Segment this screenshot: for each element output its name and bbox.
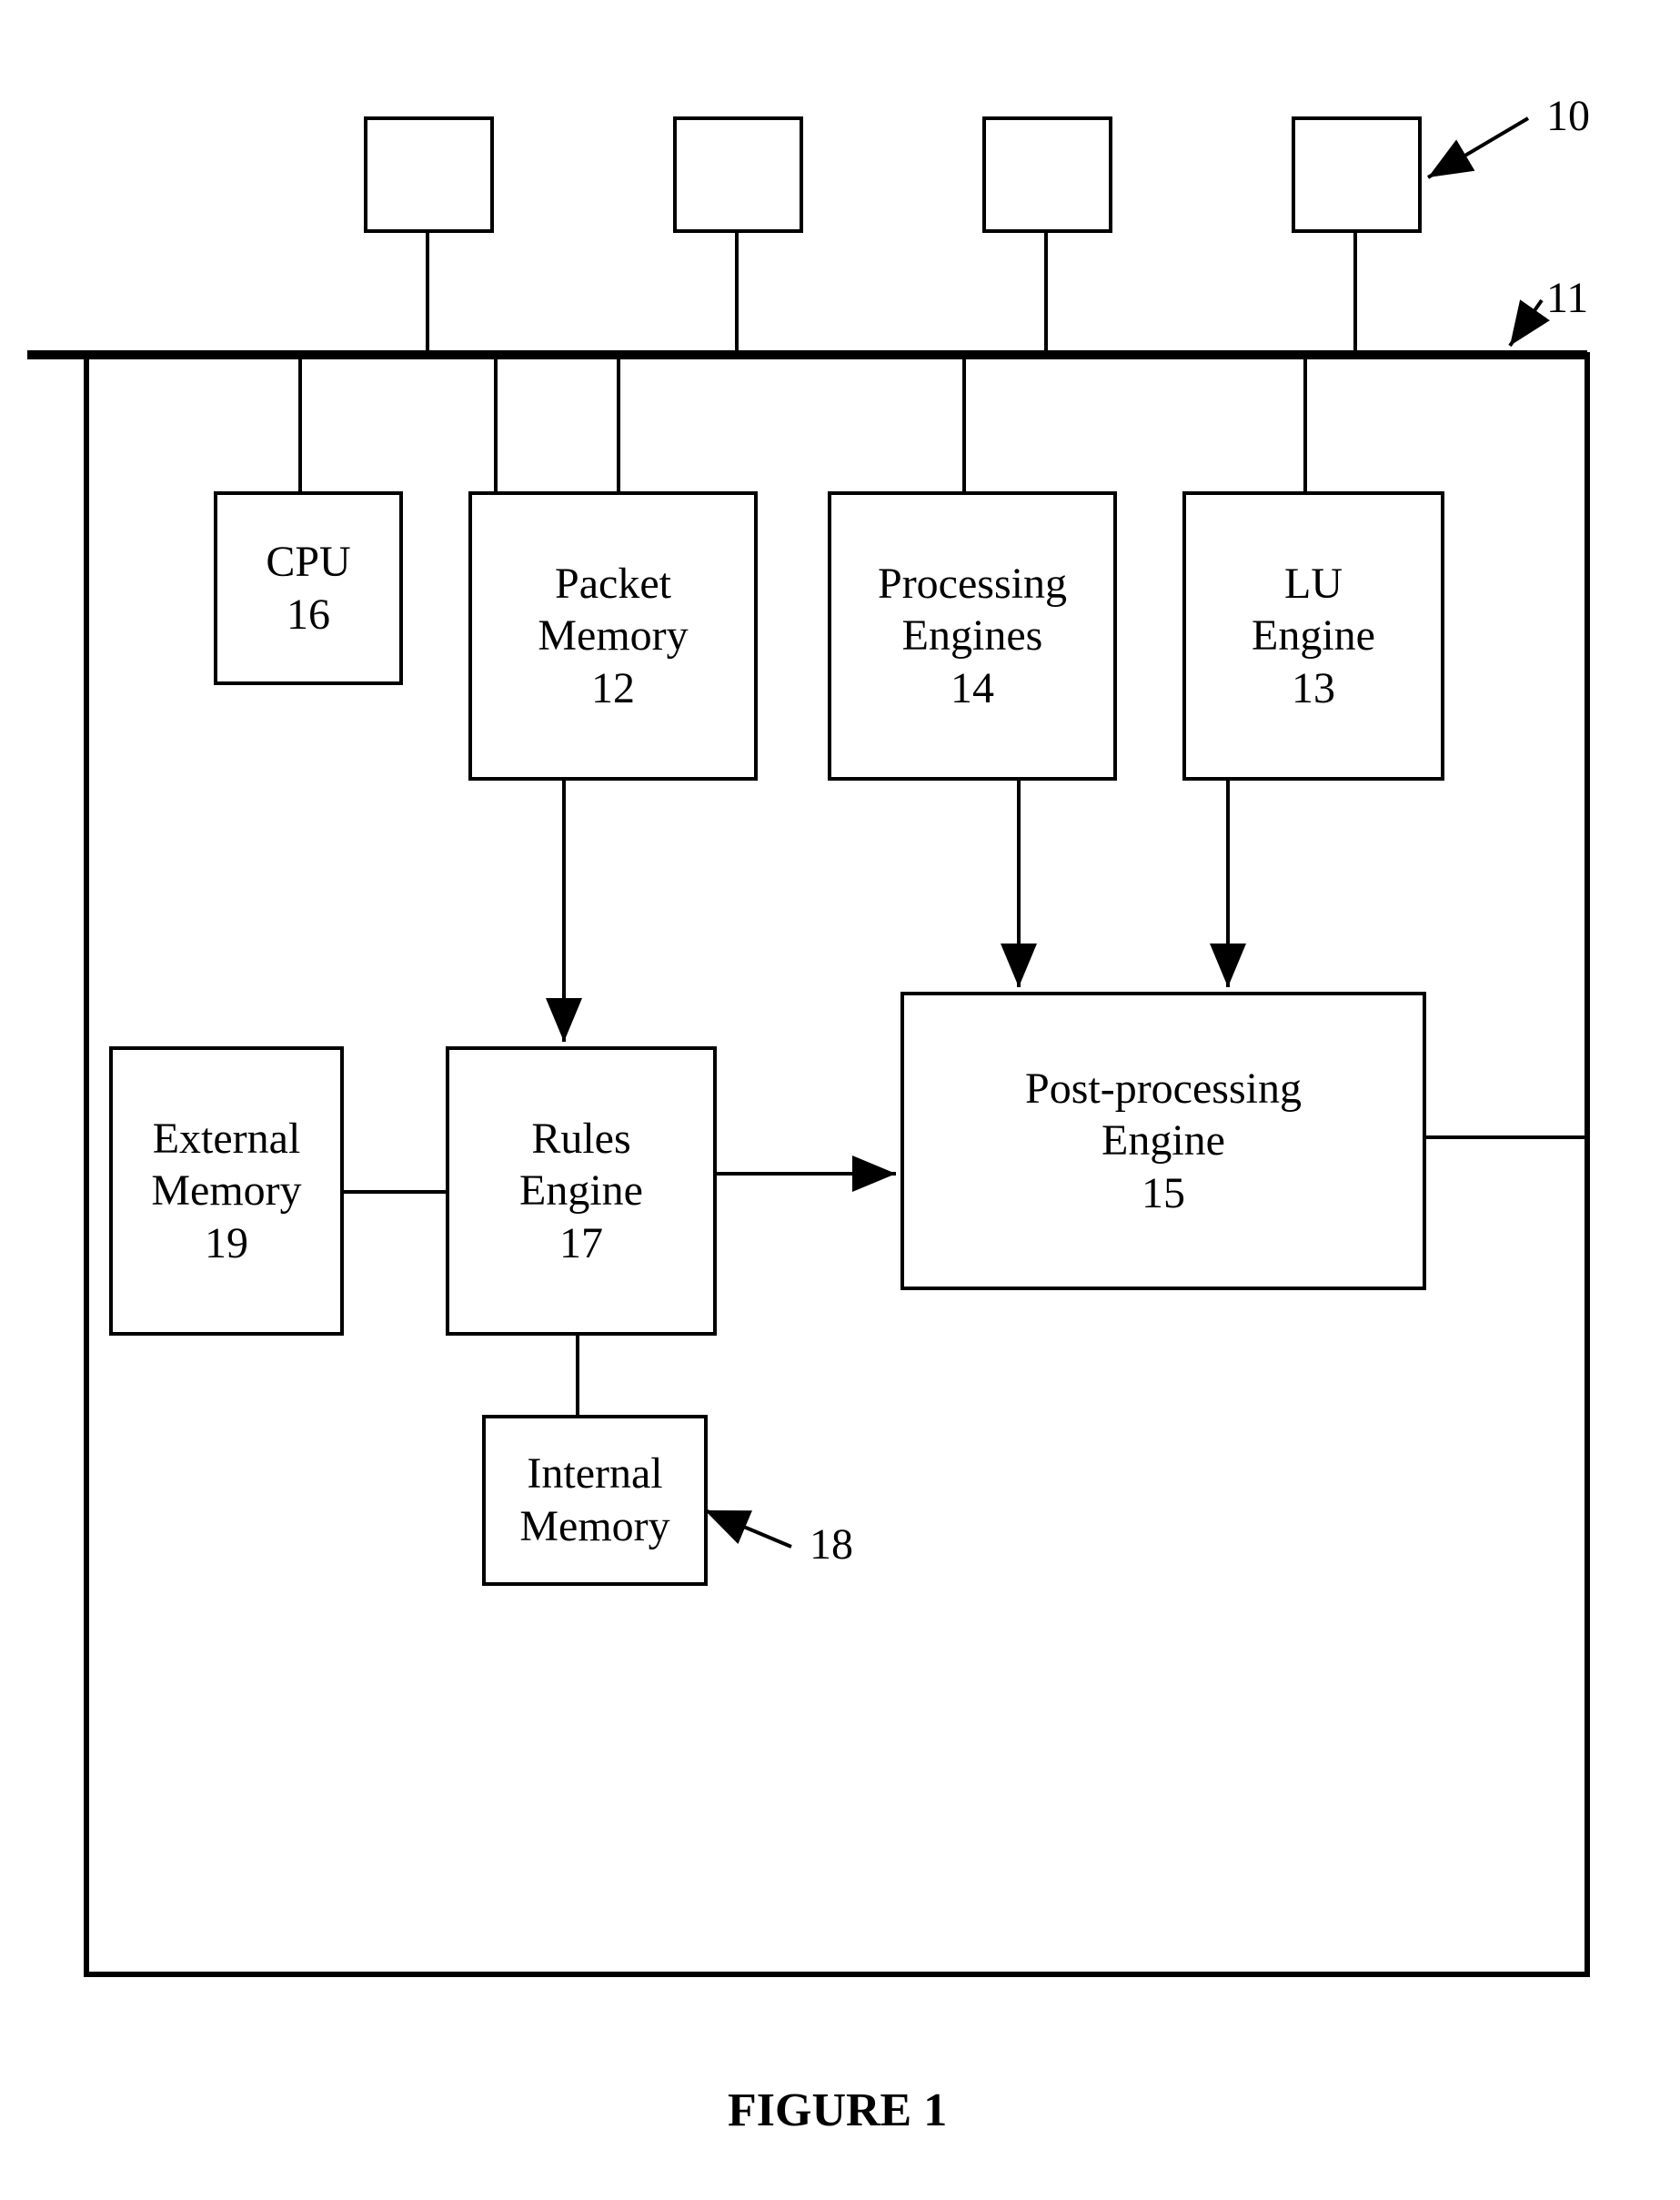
top-box-3	[982, 116, 1112, 233]
figure-caption: FIGURE 1	[728, 2084, 947, 2137]
cpu-line2: 16	[287, 589, 330, 641]
rules-l1: Rules	[531, 1113, 630, 1166]
packet-memory-block: Packet Memory 12	[468, 491, 758, 781]
lu-l2: Engine	[1252, 610, 1375, 662]
ext-l3: 19	[205, 1217, 248, 1270]
ext-l2: Memory	[151, 1165, 301, 1217]
external-memory-block: External Memory 19	[109, 1046, 344, 1336]
internal-memory-block: Internal Memory	[482, 1415, 708, 1586]
lu-l3: 13	[1292, 662, 1335, 715]
proc-l3: 14	[951, 662, 994, 715]
internal-l2: Memory	[519, 1500, 669, 1553]
rules-l2: Engine	[519, 1165, 643, 1217]
top-box-1	[364, 116, 494, 233]
rules-engine-block: Rules Engine 17	[446, 1046, 717, 1336]
ext-l1: External	[153, 1113, 301, 1166]
proc-l2: Engines	[902, 610, 1043, 662]
internal-l1: Internal	[527, 1448, 662, 1500]
top-box-2	[673, 116, 803, 233]
lu-engine-block: LU Engine 13	[1182, 491, 1444, 781]
cpu-line1: CPU	[266, 536, 350, 589]
packet-l2: Memory	[538, 610, 688, 662]
packet-l3: 12	[591, 662, 635, 715]
post-l2: Engine	[1102, 1115, 1225, 1167]
ref-11: 11	[1546, 273, 1588, 323]
post-processing-engine-block: Post-processing Engine 15	[900, 992, 1426, 1290]
proc-l1: Processing	[878, 558, 1067, 611]
lu-l1: LU	[1284, 558, 1343, 611]
top-box-4	[1292, 116, 1422, 233]
post-l1: Post-processing	[1025, 1063, 1302, 1115]
ref-18: 18	[810, 1519, 853, 1569]
cpu-block: CPU 16	[214, 491, 403, 685]
packet-l1: Packet	[555, 558, 671, 611]
processing-engines-block: Processing Engines 14	[828, 491, 1117, 781]
post-l3: 15	[1142, 1167, 1185, 1220]
ref-10: 10	[1546, 91, 1590, 141]
rules-l3: 17	[559, 1217, 603, 1270]
